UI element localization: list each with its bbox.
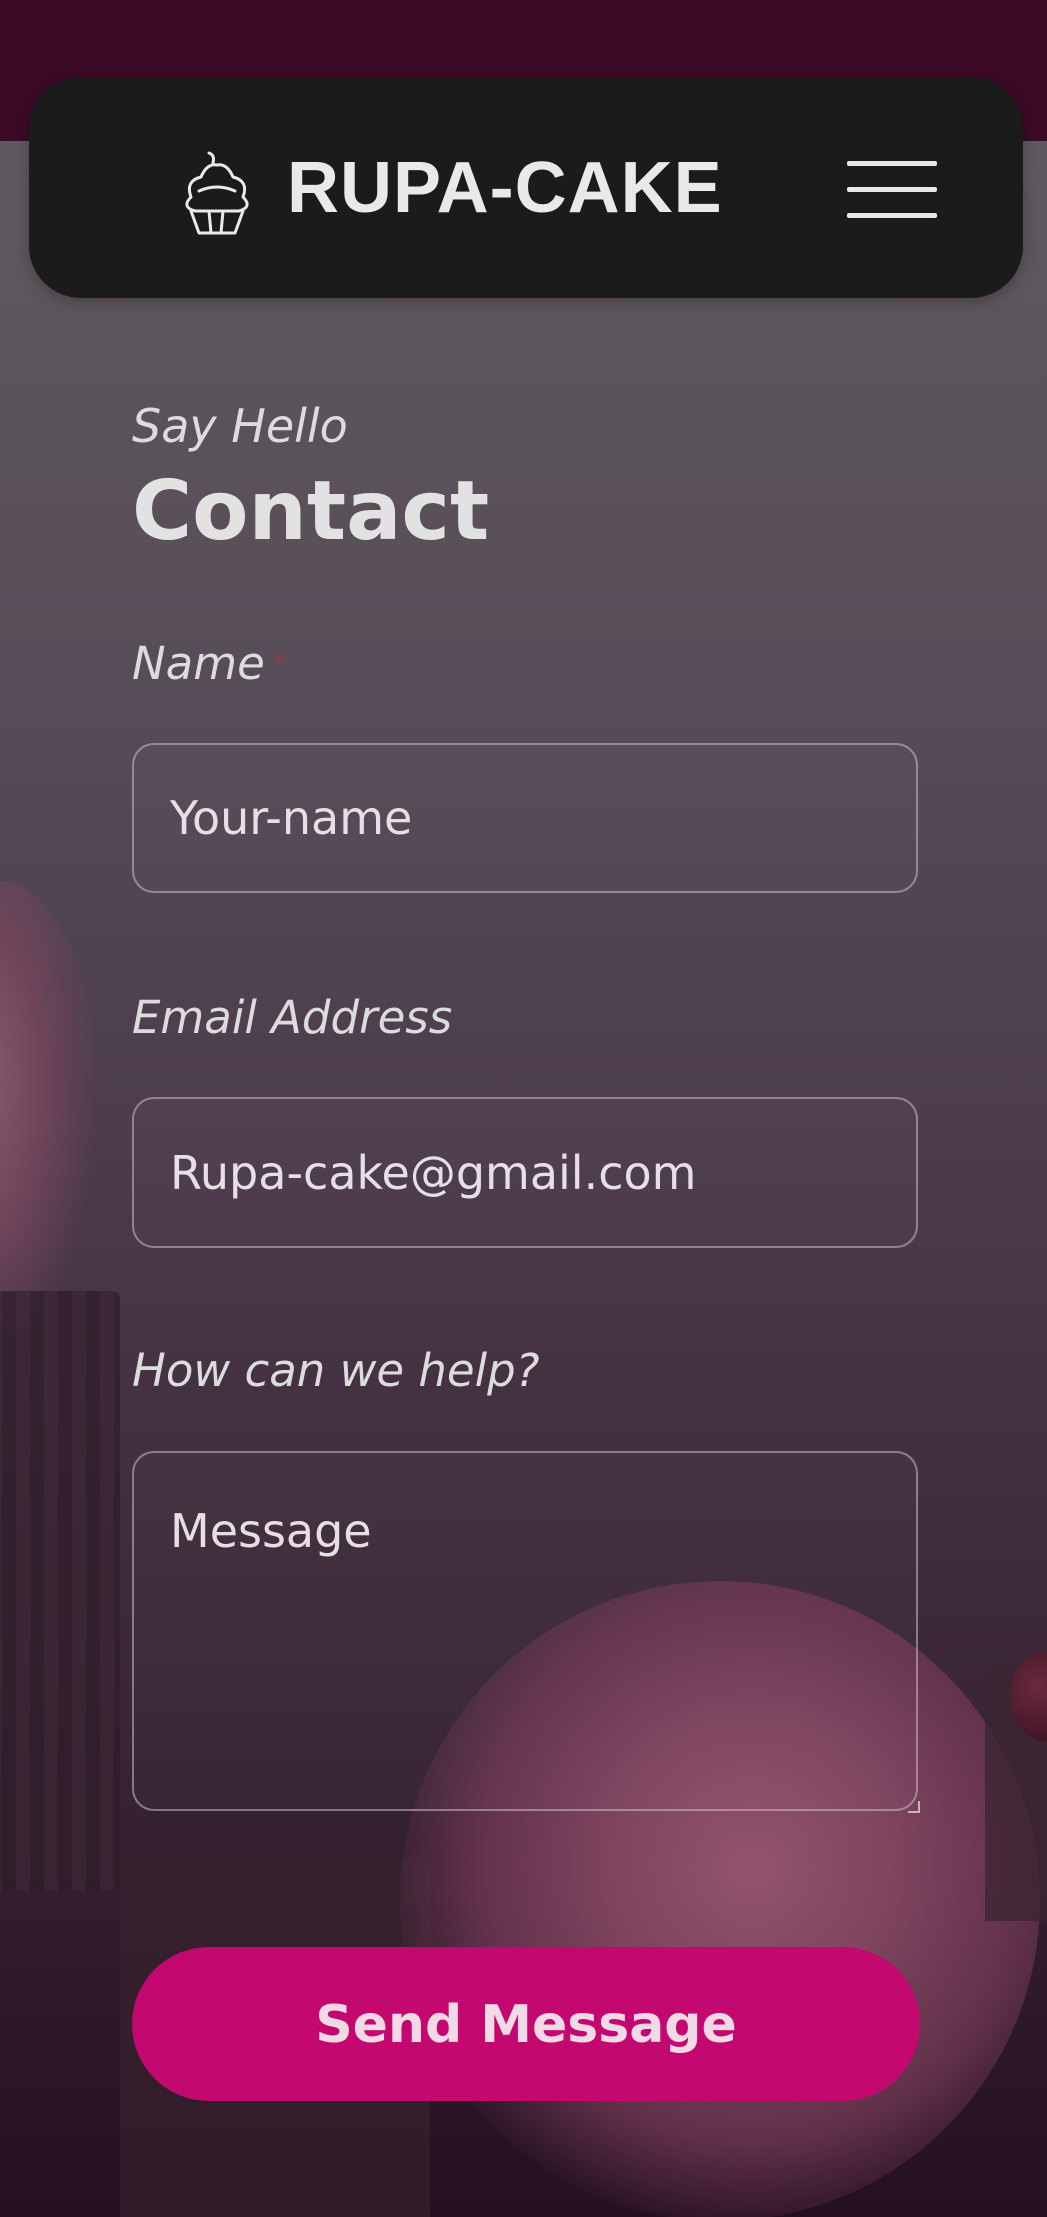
message-textarea[interactable] bbox=[134, 1453, 916, 1809]
name-input[interactable] bbox=[134, 745, 916, 891]
hamburger-menu-icon bbox=[847, 161, 937, 166]
resize-handle-icon[interactable] bbox=[908, 1801, 920, 1813]
email-label: Email Address bbox=[132, 991, 453, 1044]
name-label-text: Name bbox=[132, 637, 265, 690]
section-eyebrow: Say Hello bbox=[132, 399, 348, 453]
cupcake-icon[interactable] bbox=[179, 147, 255, 237]
required-marker: * bbox=[272, 647, 287, 680]
name-label: Name * bbox=[132, 634, 832, 694]
page-title: Contact bbox=[132, 464, 490, 559]
message-field[interactable] bbox=[132, 1451, 920, 1813]
email-input[interactable] bbox=[134, 1099, 916, 1246]
message-label: How can we help? bbox=[132, 1344, 540, 1397]
hamburger-menu-button[interactable] bbox=[847, 159, 939, 219]
email-field[interactable] bbox=[132, 1097, 918, 1248]
name-field[interactable] bbox=[132, 743, 918, 893]
brand-name[interactable]: RUPA-CAKE bbox=[287, 143, 787, 233]
site-header: RUPA-CAKE bbox=[29, 77, 1023, 298]
cupcake-wrapper-decoration bbox=[0, 1291, 120, 1891]
send-message-button[interactable]: Send Message bbox=[132, 1947, 920, 2101]
